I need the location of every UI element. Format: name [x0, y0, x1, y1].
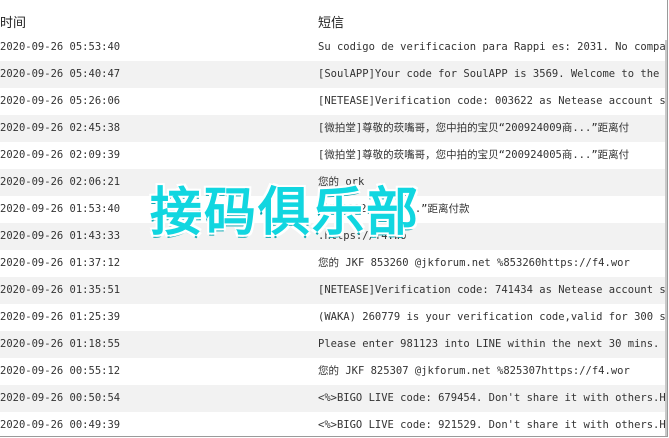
row-time: 2020-09-26 00:55:12	[0, 365, 121, 377]
row-time: 2020-09-26 01:37:12	[0, 257, 121, 269]
table-row[interactable]: 2020-09-26 01:18:55 Please enter 981123 i…	[0, 331, 668, 358]
table-row[interactable]: 2020-09-26 01:35:51 [NETEASE]Verification…	[0, 277, 668, 304]
row-message: [NETEASE]Verification code: 003622 as Ne…	[318, 95, 668, 107]
row-message: <%>BIGO LIVE code: 679454. Don't share i…	[318, 392, 668, 404]
table-row[interactable]: 2020-09-26 00:49:39 <%>BIGO LIVE code: 92…	[0, 412, 668, 436]
table-row[interactable]: 2020-09-26 05:40:47 [SoulAPP]Your code fo…	[0, 61, 668, 88]
table-row[interactable]: 2020-09-26 01:25:39 (WAKA) 260779 is your…	[0, 304, 668, 331]
row-message: [NETEASE]Verification code: 741434 as Ne…	[318, 284, 668, 296]
table-row[interactable]: 2020-09-26 05:26:06 [NETEASE]Verification…	[0, 88, 668, 115]
row-time: 2020-09-26 01:43:33	[0, 230, 121, 242]
row-time: 2020-09-26 01:25:39	[0, 311, 121, 323]
row-time: 2020-09-26 00:49:39	[0, 419, 121, 431]
sms-table-frame: 时间 短信 2020-09-26 05:53:40 Su codigo de ve…	[0, 0, 668, 437]
scrollbar[interactable]	[665, 40, 667, 436]
row-time: 2020-09-26 05:40:47	[0, 68, 121, 80]
table-row[interactable]: 2020-09-26 05:53:40 Su codigo de verifica…	[0, 34, 668, 61]
row-time: 2020-09-26 05:53:40	[0, 41, 121, 53]
table-row[interactable]: 2020-09-26 02:09:39 [微拍堂]尊敬的莰嘴哥，您中拍的宝贝“20…	[0, 142, 667, 169]
row-time: 2020-09-26 01:53:40	[0, 203, 121, 215]
table-row[interactable]: 2020-09-26 00:50:54 <%>BIGO LIVE code: 67…	[0, 385, 668, 412]
row-message: Please enter 981123 into LINE within the…	[318, 338, 668, 350]
row-message: [SoulAPP]Your code for SoulAPP is 3569. …	[318, 68, 668, 80]
row-time: 2020-09-26 01:35:51	[0, 284, 121, 296]
watermark-logo: 接码俱乐部	[150, 183, 421, 243]
row-time: 2020-09-26 02:06:21	[0, 176, 121, 188]
row-message: 您的 JKF 825307 @jkforum.net %825307https:…	[318, 365, 630, 377]
row-time: 2020-09-26 00:50:54	[0, 392, 121, 404]
row-message: Su codigo de verificacion para Rappi es:…	[318, 41, 668, 53]
row-time: 2020-09-26 02:45:38	[0, 122, 121, 134]
table-row[interactable]: 2020-09-26 01:37:12 您的 JKF 853260 @jkforu…	[0, 250, 667, 277]
row-message: (WAKA) 260779 is your verification code,…	[318, 311, 668, 323]
table-row[interactable]: 2020-09-26 00:55:12 您的 JKF 825307 @jkforu…	[0, 358, 667, 385]
row-message: <%>BIGO LIVE code: 921529. Don't share i…	[318, 419, 668, 431]
column-header-message[interactable]: 短信	[318, 12, 344, 31]
row-time: 2020-09-26 02:09:39	[0, 149, 121, 161]
row-message: 您的 JKF 853260 @jkforum.net %853260https:…	[318, 257, 630, 269]
column-header-time[interactable]: 时间	[0, 12, 26, 31]
row-time: 2020-09-26 05:26:06	[0, 95, 121, 107]
row-message: [微拍堂]尊敬的莰嘴哥，您中拍的宝贝“200924005商...”距离付	[318, 149, 630, 161]
table-row[interactable]: 2020-09-26 02:45:38 [微拍堂]尊敬的莰嘴哥，您中拍的宝贝“20…	[0, 115, 667, 142]
row-time: 2020-09-26 01:18:55	[0, 338, 121, 350]
row-message: [微拍堂]尊敬的莰嘴哥，您中拍的宝贝“200924009商...”距离付	[318, 122, 630, 134]
